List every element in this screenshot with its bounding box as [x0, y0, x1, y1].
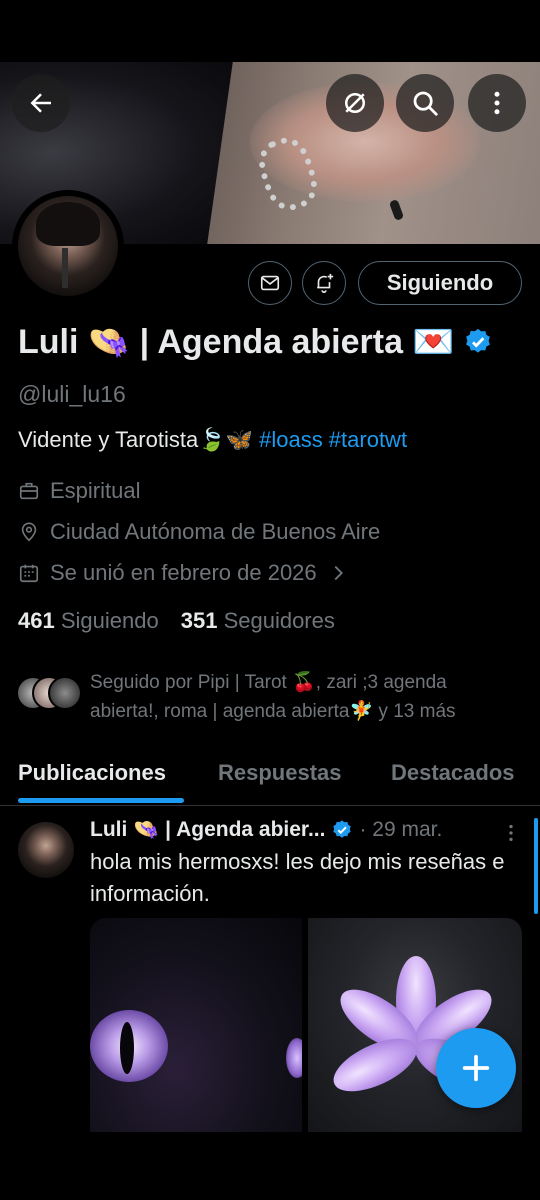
search-icon	[413, 91, 438, 116]
following-button[interactable]: Siguiendo	[358, 261, 522, 305]
bell-plus-icon	[317, 273, 334, 293]
post-avatar[interactable]	[18, 822, 74, 878]
post-image-cat[interactable]	[90, 918, 302, 1132]
calendar-icon	[19, 564, 39, 583]
followed-by-text: Seguido por Pipi | Tarot 🍒, zari ;3 agen…	[90, 672, 456, 722]
back-arrow-icon	[30, 93, 51, 113]
chevron-right-icon	[334, 565, 343, 581]
followed-by-avatars	[16, 676, 82, 712]
joined-label: Se unió en febrero de 2026	[50, 560, 317, 585]
scrollbar[interactable]	[534, 818, 538, 914]
location-label: Ciudad Autónoma de Buenos Aire	[50, 519, 381, 544]
display-name-row: Luli 👒 | Agenda abierta 💌	[18, 322, 493, 362]
verified-badge-icon[interactable]	[463, 327, 493, 357]
display-name: Luli 👒 | Agenda abierta 💌	[18, 323, 455, 361]
tab-publicaciones[interactable]: Publicaciones	[18, 760, 166, 786]
compose-post-button[interactable]	[436, 1028, 516, 1108]
bottom-area	[0, 1132, 540, 1200]
message-button[interactable]	[248, 261, 292, 305]
category-row: Espiritual	[18, 478, 140, 504]
post-more-icon[interactable]	[500, 822, 522, 844]
verified-badge-icon	[333, 820, 352, 838]
briefcase-icon	[19, 482, 39, 500]
bio-hashtags[interactable]: #loass #tarotwt	[259, 427, 407, 452]
follow-stats: 461 Siguiendo 351 Seguidores	[18, 608, 335, 634]
avatar-mic	[62, 248, 68, 288]
mail-icon	[260, 275, 280, 291]
status-bar	[0, 0, 540, 62]
more-options-button[interactable]	[468, 74, 526, 132]
location-pin-icon	[21, 522, 37, 542]
user-handle: @luli_lu16	[18, 381, 126, 407]
tab-respuestas[interactable]: Respuestas	[218, 760, 342, 786]
back-button[interactable]	[12, 74, 70, 132]
profile-avatar[interactable]	[12, 190, 124, 302]
followed-by-section[interactable]: Seguido por Pipi | Tarot 🍒, zari ;3 agen…	[16, 668, 520, 726]
bio-text: Vidente y Tarotista🍃🦋	[18, 427, 260, 452]
grok-button[interactable]	[326, 74, 384, 132]
cat-eye	[286, 1038, 302, 1078]
following-count: 461	[18, 608, 55, 633]
banner-nail	[388, 199, 405, 221]
bio: Vidente y Tarotista🍃🦋 #loass #tarotwt	[18, 427, 407, 453]
following-stat[interactable]: 461 Siguiendo	[18, 608, 159, 634]
active-tab-indicator	[18, 798, 184, 803]
category-label: Espiritual	[50, 478, 141, 503]
followers-count: 351	[180, 608, 218, 633]
notifications-button[interactable]	[302, 261, 346, 305]
tab-destacados[interactable]: Destacados	[391, 760, 515, 786]
post-header: Luli 👒 | Agenda abier... · 29 mar.	[90, 818, 530, 842]
post-author[interactable]: Luli 👒 | Agenda abier...	[90, 818, 325, 842]
plus-icon	[462, 1054, 490, 1082]
search-button[interactable]	[396, 74, 454, 132]
grok-icon	[345, 93, 365, 113]
avatar-hair	[36, 202, 100, 246]
location-row: Ciudad Autónoma de Buenos Aire	[18, 519, 380, 545]
mini-avatar	[48, 676, 82, 710]
post-text: hola mis hermosxs! les dejo mis reseñas …	[90, 849, 505, 906]
avatar-image	[18, 196, 118, 296]
followers-stat[interactable]: 351 Seguidores	[181, 608, 335, 634]
joined-row[interactable]: Se unió en febrero de 2026	[18, 560, 349, 586]
post-date[interactable]: · 29 mar.	[359, 818, 442, 842]
more-vertical-icon	[494, 91, 500, 115]
following-label: Siguiendo	[60, 608, 159, 633]
cat-pupil	[120, 1022, 134, 1074]
followers-label: Seguidores	[223, 608, 335, 633]
